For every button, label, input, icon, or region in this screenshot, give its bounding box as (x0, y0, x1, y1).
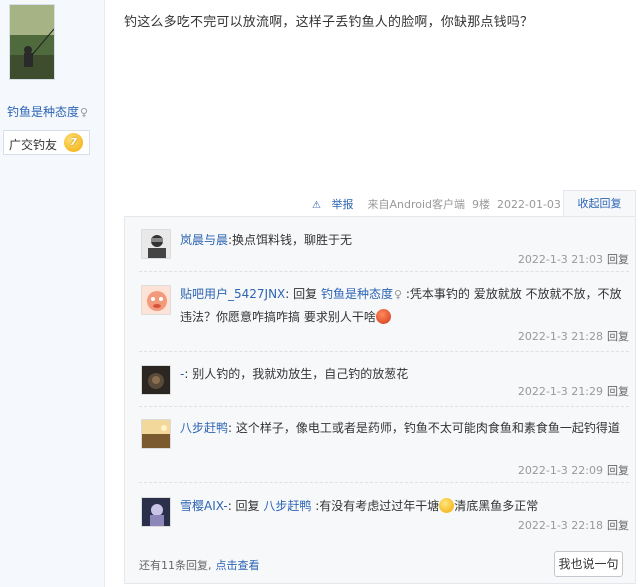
post-content: 钓这么多吃不完可以放流啊，这样子丢钓鱼人的脸啊，你缺那点钱吗？ (124, 15, 534, 30)
add-reply-button[interactable]: 我也说一句 (554, 551, 623, 577)
reply-meta: 2022-1-3 21:28 回复 (517, 330, 629, 343)
reply-meta: 2022-1-3 22:09 回复 (517, 464, 629, 477)
reply-meta: 2022-1-3 22:18 回复 (517, 519, 629, 532)
member-rank-badge[interactable]: 广交钓友 7 (3, 130, 90, 155)
reply-item: 八步赶鸭: 这个样子，像电工或者是药师，钓鱼不太可能肉食鱼和素食鱼一起钓得道 2… (139, 417, 629, 481)
reply-item: 贴吧用户_5427JNX: 回复 钓鱼是种态度♀ :凭本事钓的 爱放就放 不放就… (139, 283, 629, 347)
more-replies-text: 还有11条回复, 点击查看 (139, 559, 260, 572)
collapse-replies-button[interactable]: 收起回复 (563, 190, 636, 217)
reply-username[interactable]: 岚晨与晨 (180, 233, 228, 247)
reply-username[interactable]: 八步赶鸭 (180, 421, 228, 435)
rank-label: 广交钓友 (9, 138, 58, 152)
male-icon: ♀ (80, 106, 89, 119)
view-more-link[interactable]: 点击查看 (216, 559, 260, 572)
reply-link[interactable]: 回复 (607, 464, 629, 477)
reply-text: 八步赶鸭: 这个样子，像电工或者是药师，钓鱼不太可能肉食鱼和素食鱼一起钓得道 (180, 421, 620, 435)
reply-item: 雪樱AIX-: 回复 八步赶鸭 :有没有考虑过过年干塘 清底黑鱼多正常 2022-… (139, 495, 629, 537)
reply-item: -: 别人钓的，我就劝放生，自己钓的放葱花 2022-1-3 21:29 回复 (139, 363, 629, 403)
reply-link[interactable]: 回复 (607, 519, 629, 532)
grin-emoji-icon (439, 498, 455, 513)
reply-target-user[interactable]: 钓鱼是种态度 (321, 287, 393, 301)
reply-text: 岚晨与晨:换点饵料钱，聊胜于无 (180, 233, 353, 247)
reply-avatar[interactable] (141, 497, 171, 527)
post-tail: ⚠ 举报 来自Android客户端 9楼 2022-01-03 17:07 (312, 196, 603, 212)
divider (139, 351, 629, 352)
male-icon: ♀ (393, 288, 403, 301)
reply-link[interactable]: 回复 (607, 253, 629, 266)
reply-meta: 2022-1-3 21:29 回复 (517, 385, 629, 398)
author-name[interactable]: 钓鱼是种态度♀ (7, 103, 88, 120)
divider (139, 271, 629, 272)
reply-text: 雪樱AIX-: 回复 八步赶鸭 :有没有考虑过过年干塘 清底黑鱼多正常 (180, 498, 539, 513)
divider (139, 482, 629, 483)
level-badge-icon: 7 (64, 133, 83, 152)
reply-username[interactable]: 雪樱AIX- (180, 499, 228, 513)
reply-username[interactable]: 贴吧用户_5427JNX (180, 287, 285, 301)
angry-emoji-icon (375, 309, 391, 324)
author-sidebar: 钓鱼是种态度♀ 广交钓友 7 (0, 0, 105, 587)
post-source: 来自Android客户端 (367, 198, 465, 211)
reply-target-user[interactable]: 八步赶鸭 (263, 499, 311, 513)
reply-avatar[interactable] (141, 285, 171, 315)
divider (139, 406, 629, 407)
floor-number: 9楼 (472, 198, 490, 211)
reply-avatar[interactable] (141, 365, 171, 395)
author-avatar[interactable] (9, 4, 55, 80)
warning-icon: ⚠ (312, 200, 321, 211)
reply-item: 岚晨与晨:换点饵料钱，聊胜于无 2022-1-3 21:03 回复 (139, 229, 629, 271)
reply-link[interactable]: 回复 (607, 385, 629, 398)
reply-text: -: 别人钓的，我就劝放生，自己钓的放葱花 (180, 367, 409, 381)
reply-meta: 2022-1-3 21:03 回复 (517, 253, 629, 266)
reply-text: 贴吧用户_5427JNX: 回复 钓鱼是种态度♀ :凭本事钓的 爱放就放 不放就… (180, 287, 622, 324)
reply-avatar[interactable] (141, 229, 171, 259)
reply-avatar[interactable] (141, 419, 171, 449)
reply-link[interactable]: 回复 (607, 330, 629, 343)
reply-panel: 岚晨与晨:换点饵料钱，聊胜于无 2022-1-3 21:03 回复 贴吧用户_54… (124, 216, 636, 584)
report-link[interactable]: ⚠ 举报 (312, 198, 360, 211)
